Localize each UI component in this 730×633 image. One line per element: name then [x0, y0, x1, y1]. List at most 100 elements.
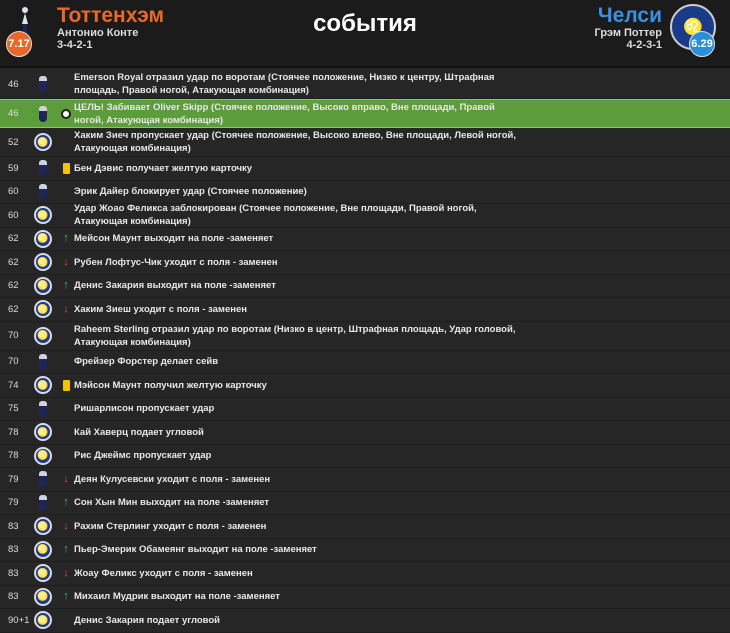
home-formation: 3-4-2-1	[57, 39, 93, 51]
chelsea-crest-icon: ♌	[30, 326, 56, 346]
event-minute: 75	[8, 403, 19, 415]
event-row: 70 ♌ Raheem Sterling отразил удар по ворот…	[0, 322, 730, 351]
event-text: Рахим Стерлинг уходит с поля - заменен	[74, 520, 267, 532]
sub-in-icon: ↑	[63, 232, 69, 245]
away-team-name: Челси	[597, 4, 662, 27]
event-text: Мэйсон Маунт получил желтую карточку	[74, 379, 267, 391]
event-row: 62 ♌ ↑ Денис Закария выходит на поле -замен…	[0, 275, 730, 298]
chelsea-crest-icon: ♌	[30, 205, 56, 225]
event-row: 78 ♌ Кай Хаверц подает угловой	[0, 421, 730, 445]
event-minute: 59	[8, 162, 19, 174]
event-row: 52 ♌ Хаким Зиеч пропускает удар (Стоячее п…	[0, 128, 730, 157]
event-text: Фрейзер Форстер делает сейв	[74, 356, 219, 368]
event-text: Пьер-Эмерик Обамеянг выходит на поле -за…	[74, 544, 317, 556]
event-minute: 90+1	[8, 614, 30, 626]
event-row: 75 Ришарлисон пропускает удар	[0, 398, 730, 421]
event-minute: 62	[8, 233, 19, 245]
event-row: 90+1 ♌ Денис Закария подает угловой	[0, 609, 730, 633]
event-minute: 62	[8, 280, 19, 292]
event-text: Raheem Sterling отразил удар по воротам …	[74, 323, 516, 348]
chelsea-crest-icon: ♌	[30, 229, 56, 249]
tottenham-crest-icon	[30, 399, 56, 419]
event-minute: 46	[8, 78, 19, 90]
event-text: Мейсон Маунт выходит на поле -заменяет	[74, 233, 274, 245]
event-minute: 60	[8, 186, 19, 198]
sub-out-icon: ↓	[63, 472, 69, 485]
event-row: 74 ♌ Мэйсон Маунт получил желтую карточку	[0, 374, 730, 398]
tottenham-crest-icon	[30, 493, 56, 513]
event-row: 83 ♌ ↑ Пьер-Эмерик Обамеянг выходит на поле…	[0, 539, 730, 562]
event-minute: 70	[8, 330, 19, 341]
event-row: 78 ♌ Рис Джеймс пропускает удар	[0, 445, 730, 468]
event-minute: 83	[8, 544, 19, 556]
event-text: ЦЕЛЬ! Забивает Oliver Skipp (Стоячее пол…	[74, 101, 495, 126]
sub-in-icon: ↑	[63, 496, 69, 509]
chelsea-crest-icon: ♌	[30, 446, 56, 466]
events-list: 46 Emerson Royal отразил удар по воротам …	[0, 70, 730, 633]
away-rating-badge: 6.29	[689, 31, 715, 57]
chelsea-crest-icon: ♌	[30, 610, 56, 630]
chelsea-crest-icon: ♌	[30, 299, 56, 319]
event-minute: 83	[8, 591, 19, 603]
chelsea-crest-icon: ♌	[30, 422, 56, 442]
event-row: 79 ↓ Деян Кулусевски уходит с поля - замен…	[0, 468, 730, 492]
event-text: Emerson Royal отразил удар по воротам (С…	[74, 72, 495, 96]
away-formation: 4-2-3-1	[626, 39, 662, 51]
event-row: 46 Emerson Royal отразил удар по воротам …	[0, 70, 730, 99]
goal-ball-icon	[58, 108, 74, 119]
chelsea-crest-icon: ♌	[30, 252, 56, 272]
sub-out-icon: ↓	[63, 566, 69, 579]
sub-in-icon: ↑	[63, 279, 69, 292]
event-text: Денис Закария выходит на поле -заменяет	[74, 280, 276, 292]
event-row: 62 ♌ ↑ Мейсон Маунт выходит на поле -заменя…	[0, 228, 730, 251]
event-minute: 46	[8, 108, 19, 119]
match-header: 7.17 Тоттенхэм Антонио Конте 3-4-2-1 соб…	[0, 0, 730, 68]
tottenham-crest-icon	[30, 469, 56, 489]
sub-out-icon: ↓	[63, 302, 69, 315]
event-text: Удар Жоао Феликса заблокирован (Стоячее …	[74, 203, 477, 228]
event-minute: 52	[8, 136, 19, 148]
event-row: 60 Эрик Дайер блокирует удар (Стоячее пол…	[0, 181, 730, 204]
event-minute: 74	[8, 379, 19, 391]
event-text: Бен Дэвис получает желтую карточку	[74, 162, 253, 174]
tottenham-crest-icon	[30, 104, 56, 124]
event-row: 46 ЦЕЛЬ! Забивает Oliver Skipp (Стоячее п…	[0, 99, 730, 128]
tottenham-crest-icon	[30, 74, 56, 94]
tottenham-crest-icon	[30, 182, 56, 202]
away-coach: Грэм Поттер	[594, 27, 662, 39]
event-row: 62 ♌ ↓ Рубен Лофтус-Чик уходит с поля - зам…	[0, 251, 730, 275]
event-row: 70 Фрейзер Форстер делает сейв	[0, 351, 730, 374]
chelsea-crest-icon: ♌	[30, 516, 56, 536]
event-row: 83 ♌ ↓ Рахим Стерлинг уходит с поля - замен…	[0, 515, 730, 539]
event-text: Кай Хаверц подает угловой	[74, 426, 204, 438]
event-text: Эрик Дайер блокирует удар (Стоячее полож…	[74, 186, 307, 198]
event-text: Михаил Мудрик выходит на поле -заменяет	[74, 591, 280, 603]
event-row: 83 ♌ ↓ Жоау Феликс уходит с поля - заменен	[0, 562, 730, 586]
event-minute: 60	[8, 209, 19, 221]
event-row: 79 ↑ Сон Хын Мин выходит на поле -заменяет	[0, 492, 730, 515]
chelsea-crest-icon: ♌	[30, 587, 56, 607]
event-row: 83 ♌ ↑ Михаил Мудрик выходит на поле -замен…	[0, 586, 730, 609]
event-minute: 79	[8, 473, 19, 485]
chelsea-crest-icon: ♌	[30, 375, 56, 395]
event-minute: 83	[8, 567, 19, 579]
event-text: Хаким Зиеш уходит с поля - заменен	[74, 303, 247, 315]
yellow-card-icon	[58, 162, 74, 174]
event-minute: 78	[8, 450, 19, 462]
event-text: Деян Кулусевски уходит с поля - заменен	[74, 473, 271, 485]
event-minute: 79	[8, 497, 19, 509]
chelsea-crest-icon: ♌	[30, 276, 56, 296]
event-text: Рис Джеймс пропускает удар	[74, 450, 212, 462]
event-minute: 62	[8, 303, 19, 315]
sub-in-icon: ↑	[63, 590, 69, 603]
event-minute: 83	[8, 520, 19, 532]
event-row: 62 ♌ ↓ Хаким Зиеш уходит с поля - заменен	[0, 298, 730, 322]
chelsea-crest-icon: ♌	[30, 563, 56, 583]
yellow-card-icon	[58, 379, 74, 391]
event-minute: 62	[8, 256, 19, 268]
sub-in-icon: ↑	[63, 543, 69, 556]
sub-out-icon: ↓	[63, 519, 69, 532]
event-text: Денис Закария подает угловой	[74, 614, 221, 626]
tottenham-crest-icon	[30, 352, 56, 372]
event-text: Хаким Зиеч пропускает удар (Стоячее поло…	[74, 130, 516, 154]
